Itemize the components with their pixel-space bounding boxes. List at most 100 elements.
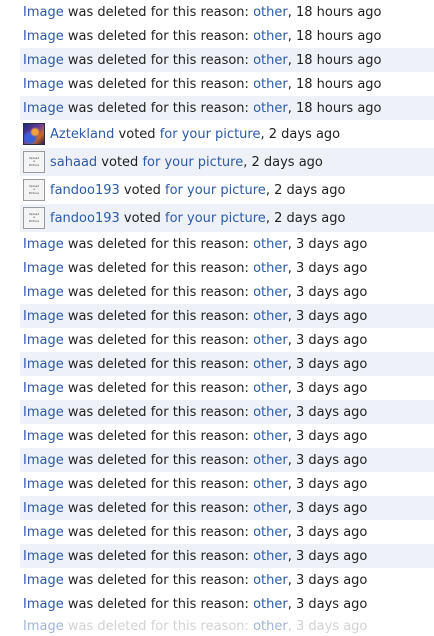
timestamp: 18 hours ago (295, 100, 382, 116)
image-link[interactable]: Image (23, 381, 64, 396)
image-link[interactable]: Image (23, 429, 64, 444)
activity-text: Image was deleted for this reason: other… (23, 29, 382, 44)
timestamp: 3 days ago (295, 428, 368, 444)
timestamp: 2 days ago (268, 126, 341, 142)
deleted-reason-text: was deleted for this reason: (63, 452, 254, 468)
image-link[interactable]: Image (23, 101, 64, 116)
deleted-reason-text: was deleted for this reason: (63, 76, 254, 92)
activity-text: Image was deleted for this reason: other… (23, 309, 367, 324)
comma-separator: , (287, 428, 296, 444)
for-your-picture-link[interactable]: for your picture (160, 127, 261, 142)
image-link[interactable]: Image (23, 597, 64, 612)
user-avatar[interactable] (23, 123, 45, 145)
image-link[interactable]: Image (23, 357, 64, 372)
reason-other-link[interactable]: other (253, 285, 288, 300)
activity-row: Image was deleted for this reason: other… (20, 520, 434, 544)
username-link[interactable]: Aztekland (50, 127, 114, 142)
activity-row: Image was deleted for this reason: other… (20, 544, 434, 568)
reason-other-link[interactable]: other (253, 77, 288, 92)
timestamp: 3 days ago (295, 308, 368, 324)
user-avatar[interactable]: Upload a Picture (23, 179, 45, 201)
activity-row: Image was deleted for this reason: other… (20, 280, 434, 304)
activity-text: fandoo193 voted for your picture, 2 days… (50, 183, 345, 198)
reason-other-link[interactable]: other (253, 477, 288, 492)
image-link[interactable]: Image (23, 77, 64, 92)
reason-other-link[interactable]: other (253, 237, 288, 252)
reason-other-link[interactable]: other (253, 101, 288, 116)
reason-other-link[interactable]: other (253, 549, 288, 564)
reason-other-link[interactable]: other (253, 5, 288, 20)
comma-separator: , (287, 548, 296, 564)
comma-separator: , (287, 236, 296, 252)
timestamp: 3 days ago (295, 548, 368, 564)
reason-other-link[interactable]: other (253, 453, 288, 468)
timestamp: 3 days ago (295, 236, 368, 252)
reason-other-link[interactable]: other (253, 405, 288, 420)
reason-other-link[interactable]: other (253, 29, 288, 44)
image-link[interactable]: Image (23, 501, 64, 516)
activity-text: Image was deleted for this reason: other… (23, 237, 367, 252)
image-link[interactable]: Image (23, 309, 64, 324)
image-link[interactable]: Image (23, 619, 64, 634)
activity-row: Upload a Picture sahaad voted for your pict… (20, 148, 434, 176)
activity-row: Image was deleted for this reason: other… (20, 48, 434, 72)
for-your-picture-link[interactable]: for your picture (142, 155, 243, 170)
reason-other-link[interactable]: other (253, 53, 288, 68)
avatar-placeholder-text: Picture (28, 162, 40, 167)
reason-other-link[interactable]: other (253, 597, 288, 612)
reason-other-link[interactable]: other (253, 429, 288, 444)
reason-other-link[interactable]: other (253, 333, 288, 348)
activity-text: Image was deleted for this reason: other… (23, 261, 367, 276)
for-your-picture-link[interactable]: for your picture (165, 183, 266, 198)
deleted-reason-text: was deleted for this reason: (63, 356, 254, 372)
reason-other-link[interactable]: other (253, 357, 288, 372)
image-link[interactable]: Image (23, 261, 64, 276)
image-link[interactable]: Image (23, 333, 64, 348)
activity-row: Image was deleted for this reason: other… (20, 376, 434, 400)
reason-other-link[interactable]: other (253, 573, 288, 588)
comma-separator: , (287, 76, 296, 92)
username-link[interactable]: sahaad (50, 155, 97, 170)
comma-separator: , (287, 260, 296, 276)
deleted-reason-text: was deleted for this reason: (63, 524, 254, 540)
reason-other-link[interactable]: other (253, 619, 288, 634)
user-avatar[interactable]: Upload a Picture (23, 151, 45, 173)
activity-row: Upload a Picture fandoo193 voted for your p… (20, 204, 434, 232)
image-link[interactable]: Image (23, 53, 64, 68)
image-link[interactable]: Image (23, 477, 64, 492)
activity-text: Image was deleted for this reason: other… (23, 285, 367, 300)
comma-separator: , (265, 182, 275, 198)
timestamp: 18 hours ago (295, 4, 382, 20)
comma-separator: , (287, 332, 296, 348)
comma-separator: , (287, 4, 296, 20)
activity-text: Image was deleted for this reason: other… (23, 429, 367, 444)
username-link[interactable]: fandoo193 (50, 211, 120, 226)
timestamp: 2 days ago (251, 154, 323, 170)
image-link[interactable]: Image (23, 525, 64, 540)
reason-other-link[interactable]: other (253, 309, 288, 324)
activity-row: Image was deleted for this reason: other… (20, 352, 434, 376)
user-avatar[interactable]: Upload a Picture (23, 207, 45, 229)
image-link[interactable]: Image (23, 285, 64, 300)
image-link[interactable]: Image (23, 453, 64, 468)
image-link[interactable]: Image (23, 5, 64, 20)
reason-other-link[interactable]: other (253, 525, 288, 540)
reason-other-link[interactable]: other (253, 381, 288, 396)
activity-row: Image was deleted for this reason: other… (20, 568, 434, 592)
timestamp: 3 days ago (295, 284, 368, 300)
image-link[interactable]: Image (23, 573, 64, 588)
reason-other-link[interactable]: other (253, 501, 288, 516)
for-your-picture-link[interactable]: for your picture (165, 211, 266, 226)
activity-text: Image was deleted for this reason: other… (23, 501, 367, 516)
reason-other-link[interactable]: other (253, 261, 288, 276)
image-link[interactable]: Image (23, 29, 64, 44)
image-link[interactable]: Image (23, 237, 64, 252)
username-link[interactable]: fandoo193 (50, 183, 120, 198)
timestamp: 3 days ago (295, 476, 368, 492)
activity-feed: Image was deleted for this reason: other… (0, 0, 434, 636)
deleted-reason-text: was deleted for this reason: (63, 500, 254, 516)
image-link[interactable]: Image (23, 405, 64, 420)
timestamp: 3 days ago (295, 524, 368, 540)
image-link[interactable]: Image (23, 549, 64, 564)
activity-row: Image was deleted for this reason: other… (20, 448, 434, 472)
